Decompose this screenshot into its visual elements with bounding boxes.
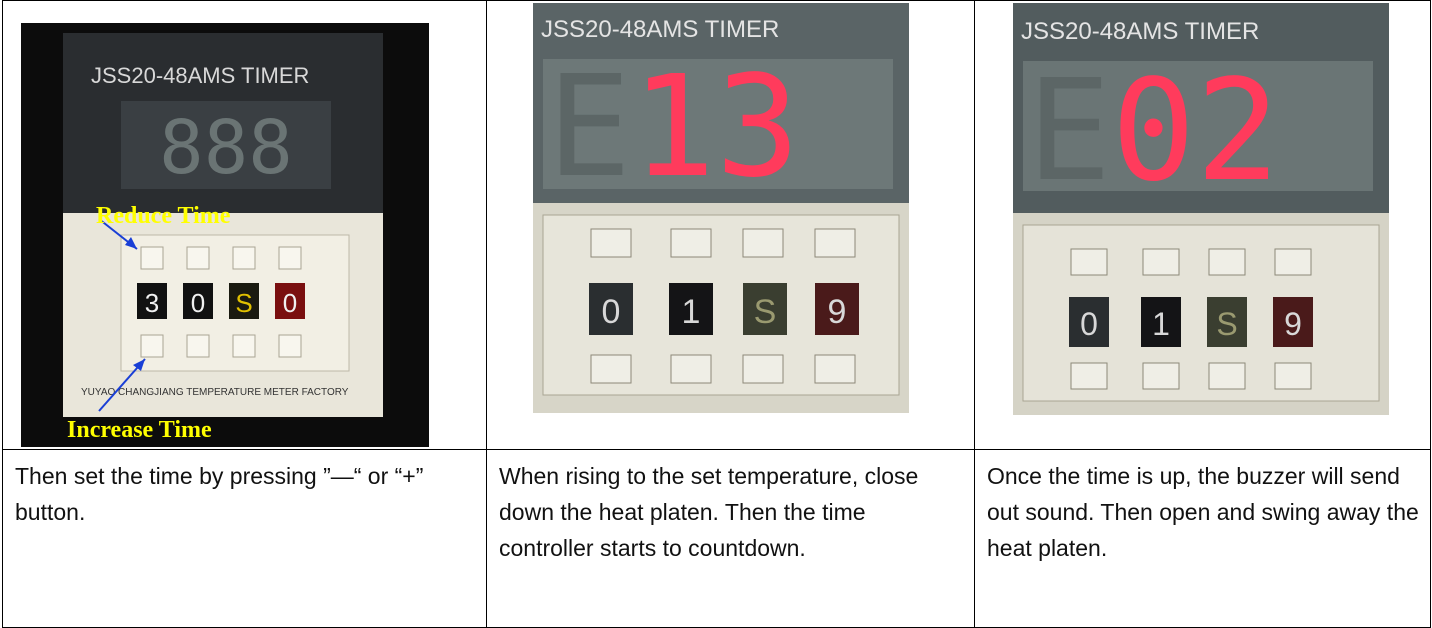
- caption-3: Once the time is up, the buzzer will sen…: [987, 463, 1419, 561]
- timer-brand-1: JSS20-48AMS TIMER: [91, 63, 309, 88]
- timer-illustration-1: JSS20-48AMS TIMER 888 3 0 S 0 YUYAO CHAN…: [21, 23, 429, 447]
- svg-text:1: 1: [1152, 306, 1170, 342]
- timer-photo-1: JSS20-48AMS TIMER 888 3 0 S 0 YUYAO CHAN…: [21, 23, 429, 447]
- svg-text:0: 0: [283, 288, 297, 318]
- timer-photo-2: JSS20-48AMS TIMER E13 0 1 S 9: [533, 3, 909, 413]
- caption-2: When rising to the set temperature, clos…: [499, 463, 919, 561]
- svg-text:9: 9: [1284, 306, 1302, 342]
- svg-text:S: S: [1216, 306, 1237, 342]
- svg-text:S: S: [235, 288, 252, 318]
- svg-text:0: 0: [1080, 306, 1098, 342]
- svg-text:0: 0: [191, 288, 205, 318]
- image-cell-2: JSS20-48AMS TIMER E13 0 1 S 9: [486, 0, 975, 450]
- image-cell-1: JSS20-48AMS TIMER 888 3 0 S 0 YUYAO CHAN…: [2, 0, 487, 450]
- svg-text:1: 1: [682, 293, 701, 331]
- led-digit-off-2: E13: [547, 46, 800, 209]
- image-cell-3: JSS20-48AMS TIMER E02 0 1 S 9: [974, 0, 1431, 450]
- timer-illustration-3: JSS20-48AMS TIMER E02 0 1 S 9: [1013, 3, 1389, 415]
- svg-text:0: 0: [602, 293, 621, 331]
- timer-brand-3: JSS20-48AMS TIMER: [1021, 18, 1259, 45]
- increase-time-label: Increase Time: [67, 417, 212, 443]
- image-row: JSS20-48AMS TIMER 888 3 0 S 0 YUYAO CHAN…: [2, 0, 1431, 450]
- factory-label: YUYAO CHANGJIANG TEMPERATURE METER FACTO…: [81, 387, 349, 398]
- caption-1: Then set the time by pressing ”—“ or “+”…: [15, 463, 424, 525]
- timer-brand-2: JSS20-48AMS TIMER: [541, 16, 779, 43]
- timer-illustration-2: JSS20-48AMS TIMER E13 0 1 S 9: [533, 3, 909, 413]
- reduce-time-label: Reduce Time: [96, 203, 231, 229]
- timer-photo-3: JSS20-48AMS TIMER E02 0 1 S 9: [1013, 3, 1389, 415]
- caption-cell-1: Then set the time by pressing ”—“ or “+”…: [2, 449, 487, 628]
- instruction-table: JSS20-48AMS TIMER 888 3 0 S 0 YUYAO CHAN…: [2, 0, 1431, 628]
- led-digits-1: 888: [159, 105, 293, 191]
- caption-row: Then set the time by pressing ”—“ or “+”…: [2, 449, 1431, 628]
- svg-text:S: S: [754, 293, 777, 331]
- caption-cell-2: When rising to the set temperature, clos…: [486, 449, 975, 628]
- svg-text:3: 3: [145, 288, 159, 318]
- led-digit-3: E02: [1027, 50, 1280, 213]
- caption-cell-3: Once the time is up, the buzzer will sen…: [974, 449, 1431, 628]
- svg-text:9: 9: [828, 293, 847, 331]
